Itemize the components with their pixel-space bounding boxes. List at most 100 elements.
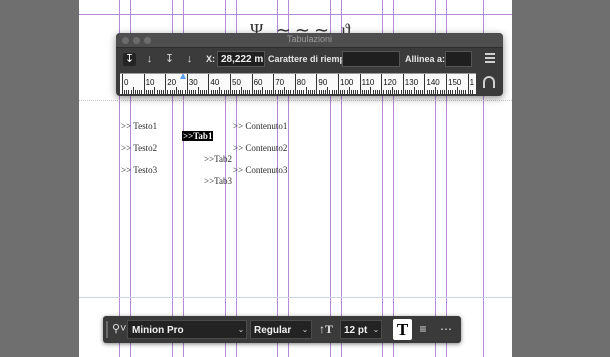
ruler-tick — [333, 90, 335, 94]
ruler-tick — [212, 90, 214, 94]
character-control-bar[interactable]: ⚲˅ Minion Pro ⌄ Regular ⌄ ↑T 12 pt ⌄ T ≡… — [103, 316, 461, 343]
decimal-tab-icon[interactable]: ↓ — [183, 53, 196, 66]
text-line-1-col1[interactable]: >> Testo1 — [121, 121, 157, 132]
ruler-tick — [303, 90, 305, 94]
ruler-number: 60 — [253, 78, 263, 87]
ruler-number: 30 — [188, 78, 198, 87]
left-tab-icon[interactable]: ↧ — [123, 53, 136, 66]
tabs-panel[interactable]: Tabulazioni ↧ ↓ ↧ ↓ X: 28,222 m Caratter… — [116, 33, 503, 96]
ruler-tick — [178, 90, 180, 94]
ruler-tick — [387, 90, 389, 94]
ruler-tick — [201, 90, 203, 94]
text-line-2-col3[interactable]: >> Contenuto2 — [233, 143, 287, 154]
ruler-tick — [130, 90, 132, 94]
ruler-tick — [469, 90, 471, 94]
ruler-tick — [145, 90, 147, 94]
tab-ruler[interactable]: 0 10 20 30 40 50 60 70 80 90 100 110 120 130 140 150 1 — [120, 73, 476, 94]
panel-menu-icon[interactable] — [485, 53, 495, 65]
ruler-tick — [253, 90, 255, 94]
ruler-tick — [268, 90, 270, 94]
tabs-toolbar: ↧ ↓ ↧ ↓ X: 28,222 m Carattere di riemp.:… — [116, 48, 503, 72]
type-on-icon[interactable]: T — [393, 319, 412, 340]
chevron-down-icon[interactable]: ⌄ — [299, 320, 311, 339]
search-icon[interactable]: ⚲˅ — [112, 320, 126, 339]
ruler-tick — [137, 90, 139, 94]
ruler-tick — [208, 74, 210, 94]
ruler-tick — [439, 90, 441, 94]
align-field[interactable] — [445, 51, 472, 67]
font-size-icon: ↑T — [318, 322, 333, 336]
ruler-tick — [385, 90, 387, 94]
ruler-tick — [344, 90, 346, 94]
text-line-2-col1[interactable]: >> Testo2 — [121, 143, 157, 154]
ruler-number: 90 — [318, 78, 328, 87]
leader-field[interactable] — [342, 51, 400, 67]
more-icon[interactable]: ⋯ — [439, 320, 453, 339]
ruler-tick — [366, 90, 368, 94]
text-line-2-col2[interactable]: >>Tab2 — [204, 154, 232, 165]
ruler-tick — [437, 90, 439, 94]
ruler-tick — [249, 90, 251, 94]
chevron-down-icon[interactable]: ⌄ — [370, 320, 382, 339]
ruler-tick — [275, 90, 277, 94]
text-line-3-col2[interactable]: >>Tab3 — [204, 176, 232, 187]
ruler-tick — [221, 90, 223, 94]
ruler-tick — [199, 90, 201, 94]
ruler-tick — [204, 90, 206, 94]
ruler-tick — [376, 90, 378, 94]
x-position-field[interactable]: 28,222 m — [217, 51, 265, 67]
chevron-down-icon[interactable]: ⌄ — [235, 320, 247, 339]
selected-tab-text[interactable]: >>Tab1 — [182, 131, 214, 141]
text-line-1-col3[interactable]: >> Contenuto1 — [233, 121, 287, 132]
ruler-tick — [210, 90, 212, 94]
ruler-tick — [160, 90, 162, 94]
font-family-field[interactable]: Minion Pro — [127, 320, 247, 339]
tab-stop-marker[interactable] — [179, 74, 186, 79]
ruler-tick — [234, 90, 236, 94]
ruler-tick — [458, 90, 460, 94]
ruler-number: 10 — [145, 78, 155, 87]
ruler-tick — [428, 90, 430, 94]
ruler-tick — [296, 90, 298, 94]
ruler-tick — [182, 90, 184, 94]
ruler-tick — [316, 74, 318, 94]
ruler-tick — [273, 74, 275, 94]
ruler-tick — [163, 90, 165, 94]
center-tab-icon[interactable]: ↓ — [143, 53, 156, 66]
ruler-number: 130 — [404, 78, 419, 87]
ruler-tick — [154, 87, 156, 94]
ruler-tick — [424, 74, 426, 94]
ruler-tick — [236, 90, 238, 94]
ruler-tick — [471, 90, 473, 94]
ruler-tick — [230, 74, 231, 94]
ruler-tick — [370, 87, 372, 94]
magnet-icon[interactable] — [483, 76, 495, 88]
ruler-tick — [355, 90, 357, 94]
ruler-tick — [266, 90, 268, 94]
text-line-1-col2[interactable]: >>Tab1 — [182, 131, 214, 142]
align-label: Allinea a: — [405, 54, 446, 64]
ruler-tick — [152, 90, 154, 94]
ruler-tick — [389, 90, 391, 94]
drag-handle[interactable] — [106, 321, 108, 338]
right-tab-icon[interactable]: ↧ — [163, 53, 176, 66]
ruler-tick — [381, 74, 383, 94]
align-icon[interactable]: ≡ — [416, 320, 430, 339]
text-line-3-col3[interactable]: >> Contenuto3 — [233, 165, 287, 176]
ruler-tick — [325, 90, 327, 94]
text-line-3-col1[interactable]: >> Testo3 — [121, 165, 157, 176]
ruler-tick — [394, 90, 396, 94]
ruler-tick — [359, 74, 361, 94]
ruler-tick — [180, 90, 182, 94]
ruler-number: 80 — [296, 78, 306, 87]
ruler-tick — [184, 90, 186, 94]
tabs-panel-titlebar[interactable]: Tabulazioni — [116, 33, 503, 48]
ruler-tick — [141, 90, 143, 94]
ruler-tick — [374, 90, 376, 94]
ruler-tick — [404, 90, 406, 94]
ruler-tick — [396, 90, 398, 94]
ruler-tick — [456, 87, 458, 94]
ruler-tick — [292, 90, 294, 94]
ruler-tick — [193, 90, 195, 94]
ruler-tick — [124, 90, 126, 94]
